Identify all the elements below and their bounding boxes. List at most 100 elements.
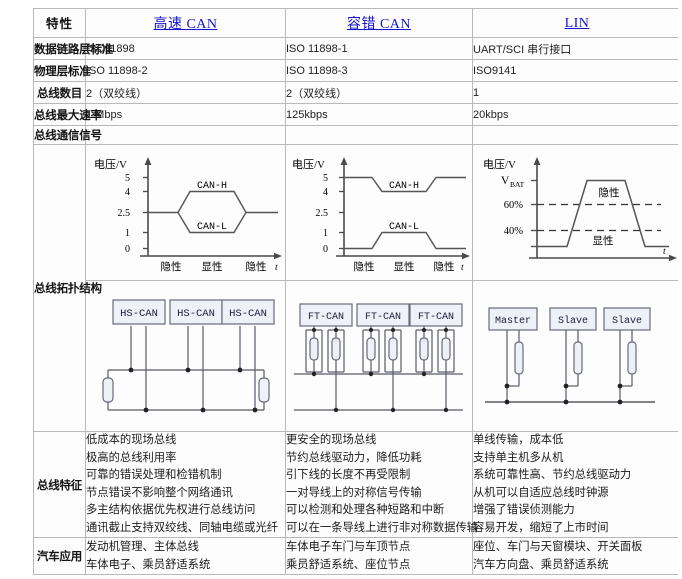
features-cell-ft-can: 更安全的现场总线 节约总线驱动力，降低功耗 引下线的长度不再受限制 一对导线上的… — [285, 431, 479, 538]
hs-can-state-recessive-1: 隐性 — [161, 260, 182, 273]
feature-item: 引下线的长度不再受限制 — [286, 469, 411, 481]
table-header-row: 特性 高速 CAN 容错 CAN LIN — [33, 8, 682, 38]
hs-can-trace-label-l: CAN-L — [197, 222, 227, 233]
topology-diagram-lin: Master Slave Slave — [472, 280, 682, 432]
lin-pullup-2 — [573, 341, 583, 375]
ft-can-waveform-svg: 电压/V 5 4 2.5 1 0 CAN-H CAN-L 隐性 显性 隐性 t — [292, 157, 470, 273]
ft-can-node-2: FT-CAN — [356, 303, 410, 413]
cell-bus-count-ft-can: 2（双绞线） — [285, 81, 473, 104]
row-label-topology: 总线拓扑结构 — [33, 144, 102, 432]
header-cell-hs-can[interactable]: 高速 CAN — [85, 8, 286, 38]
ft-can-trace-label-l: CAN-L — [389, 222, 419, 233]
features-cell-lin: 单线传输，成本低 支持单主机多从机 系统可靠性高、节约总线驱动力 从机可以自适应… — [472, 431, 682, 538]
cell-datalink-ft-can: ISO 11898-1 — [285, 37, 473, 60]
feature-item: 增强了错误侦测能力 — [473, 504, 575, 516]
ft-can-trace-label-h: CAN-H — [389, 181, 419, 192]
feature-item: 可以检测和处理各种短路和中断 — [286, 504, 445, 516]
topology-diagram-row: HS-CAN HS-CAN HS-CAN FT-CAN FT-CAN FT-CA… — [34, 280, 682, 432]
cell-datalink-lin: UART/SCI 串行接口 — [472, 37, 682, 60]
cell-bus-count-hs-can: 2（双绞线） — [85, 81, 286, 104]
cell-physical-hs-can: ISO 11898-2 — [85, 59, 286, 82]
header-feature-label: 特性 — [45, 17, 73, 31]
ft-can-node-3: FT-CAN — [409, 303, 463, 413]
lin-waveform-svg: 电压/V V BAT 60% 40% 隐性 显性 t — [483, 157, 677, 262]
cell-max-rate-lin: 20kbps — [472, 103, 682, 126]
feature-item: 系统可靠性高、节约总线驱动力 — [473, 469, 632, 481]
application-item: 汽车方向盘、乘员舒适系统 — [473, 559, 609, 571]
lin-state-dominant: 显性 — [593, 234, 614, 247]
cell-physical-ft-can: ISO 11898-3 — [285, 59, 473, 82]
application-item: 车体电子、乘员舒适系统 — [86, 559, 211, 571]
feature-item: 低成本的现场总线 — [86, 434, 177, 446]
hs-can-node-3: HS-CAN — [221, 299, 275, 325]
lin-topology-svg: Master Slave Slave — [485, 307, 655, 405]
ft-can-node-label-3: FT-CAN — [418, 312, 454, 323]
cell-max-rate-ft-can: 125kbps — [285, 103, 473, 126]
lin-pullup-3 — [627, 341, 637, 375]
ft-can-tick-4: 4 — [323, 187, 328, 198]
feature-item: 一对导线上的对称信号传输 — [286, 486, 422, 499]
cell-datalink-hs-can: ISO11898 — [85, 37, 286, 60]
ft-can-node-label-2: FT-CAN — [365, 312, 401, 323]
feature-item: 容易开发，缩短了上市时间 — [473, 521, 609, 534]
lin-pullup-1 — [514, 341, 524, 375]
ft-can-x-label: t — [461, 263, 464, 273]
hs-can-waveform-svg: 电压/V 5 4 2.5 1 0 CAN-H CAN-L 隐性 显性 隐性 t — [94, 157, 282, 273]
feature-item: 从机可以自适应总线时钟源 — [473, 486, 609, 499]
lin-node-label-slave-2: Slave — [612, 315, 642, 327]
hs-can-topology-svg: HS-CAN HS-CAN HS-CAN — [102, 299, 275, 413]
header-link-ft-can[interactable]: 容错 CAN — [347, 17, 411, 32]
table-row: 总线最大速率 1 Mbps 125kbps 20kbps — [33, 103, 682, 126]
application-item: 车体电子车门与车顶节点 — [286, 541, 411, 553]
feature-item: 单线传输，成本低 — [473, 434, 564, 446]
hs-can-state-recessive-2: 隐性 — [246, 260, 267, 273]
lin-tick-40: 40% — [504, 226, 524, 237]
feature-item: 更安全的现场总线 — [286, 434, 377, 446]
signal-diagram-lin: 电压/V V BAT 60% 40% 隐性 显性 t — [472, 144, 682, 281]
lin-tick-vbat: V — [501, 175, 510, 187]
feature-item: 支持单主机多从机 — [473, 451, 564, 464]
row-label-features: 总线特征 — [33, 431, 86, 538]
header-cell-feature: 特性 — [33, 8, 86, 38]
header-cell-ft-can[interactable]: 容错 CAN — [285, 8, 473, 38]
table-row: 数据链路层标准 ISO11898 ISO 11898-1 UART/SCI 串行… — [33, 37, 682, 60]
header-cell-lin[interactable]: LIN — [472, 8, 682, 38]
right-margin — [678, 0, 682, 579]
ft-can-state-dominant: 显性 — [394, 260, 415, 273]
ft-can-tick-5: 5 — [323, 173, 328, 184]
feature-item: 可以在一条导线上进行非对称数据传输 — [286, 521, 479, 534]
applications-cell-ft-can: 车体电子车门与车顶节点 乘员舒适系统、座位节点 — [285, 537, 473, 575]
ft-can-y-label: 电压/V — [292, 158, 325, 171]
cell-bus-count-lin: 1 — [472, 81, 682, 104]
row-label-bus-signal: 总线通信信号 — [33, 125, 102, 145]
feature-item: 可靠的错误处理和检错机制 — [86, 469, 222, 481]
lin-tick-vbat-sub: BAT — [510, 180, 525, 189]
lin-y-label: 电压/V — [483, 158, 516, 171]
application-item: 乘员舒适系统、座位节点 — [286, 559, 411, 571]
cell-bus-signal-ft-can — [285, 125, 473, 145]
hs-can-node-1: HS-CAN — [112, 299, 166, 325]
signal-diagram-hs-can: 电压/V 5 4 2.5 1 0 CAN-H CAN-L 隐性 显性 隐性 t — [85, 144, 286, 281]
applications-cell-hs-can: 发动机管理、主体总线 车体电子、乘员舒适系统 — [85, 537, 286, 575]
cell-bus-signal-lin — [472, 125, 682, 145]
hs-can-x-label: t — [275, 263, 278, 273]
row-label-physical-standard: 物理层标准 — [33, 59, 91, 82]
applications-cell-lin: 座位、车门与天窗模块、开关面板 汽车方向盘、乘员舒适系统 — [472, 537, 682, 575]
lin-x-label: t — [663, 247, 666, 257]
features-cell-hs-can: 低成本的现场总线 极高的总线利用率 可靠的错误处理和检错机制 节点错误不影响整个… — [85, 431, 286, 538]
cell-physical-lin: ISO9141 — [472, 59, 682, 82]
row-label-applications: 汽车应用 — [33, 537, 86, 575]
signal-diagram-ft-can: 电压/V 5 4 2.5 1 0 CAN-H CAN-L 隐性 显性 隐性 t — [285, 144, 473, 281]
lin-node-label-master: Master — [495, 316, 531, 327]
hs-can-tick-1: 1 — [125, 228, 130, 239]
lin-node-3: Slave — [603, 307, 651, 405]
applications-row: 汽车应用 发动机管理、主体总线 车体电子、乘员舒适系统 车体电子车门与车顶节点 … — [33, 537, 682, 575]
header-link-hs-can[interactable]: 高速 CAN — [153, 17, 217, 32]
header-link-lin[interactable]: LIN — [565, 16, 590, 31]
row-label-datalink-standard: 数据链路层标准 — [33, 37, 113, 60]
feature-item: 节点错误不影响整个网络通讯 — [86, 486, 233, 499]
feature-item: 极高的总线利用率 — [86, 451, 177, 464]
hs-can-y-label: 电压/V — [94, 158, 127, 171]
lin-node-1: Master — [488, 307, 538, 405]
application-item: 发动机管理、主体总线 — [86, 541, 199, 553]
